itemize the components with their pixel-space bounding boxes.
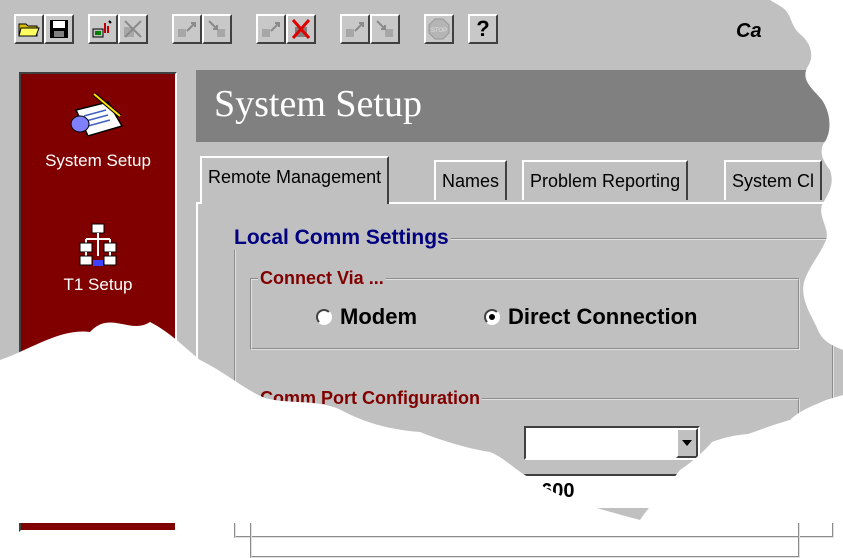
application-window: STOP ? Ca System Setup T1 Setup System S… bbox=[0, 0, 843, 558]
torn-edge-overlay bbox=[0, 0, 843, 523]
tab-remote-management[interactable]: Remote Management bbox=[200, 156, 390, 204]
